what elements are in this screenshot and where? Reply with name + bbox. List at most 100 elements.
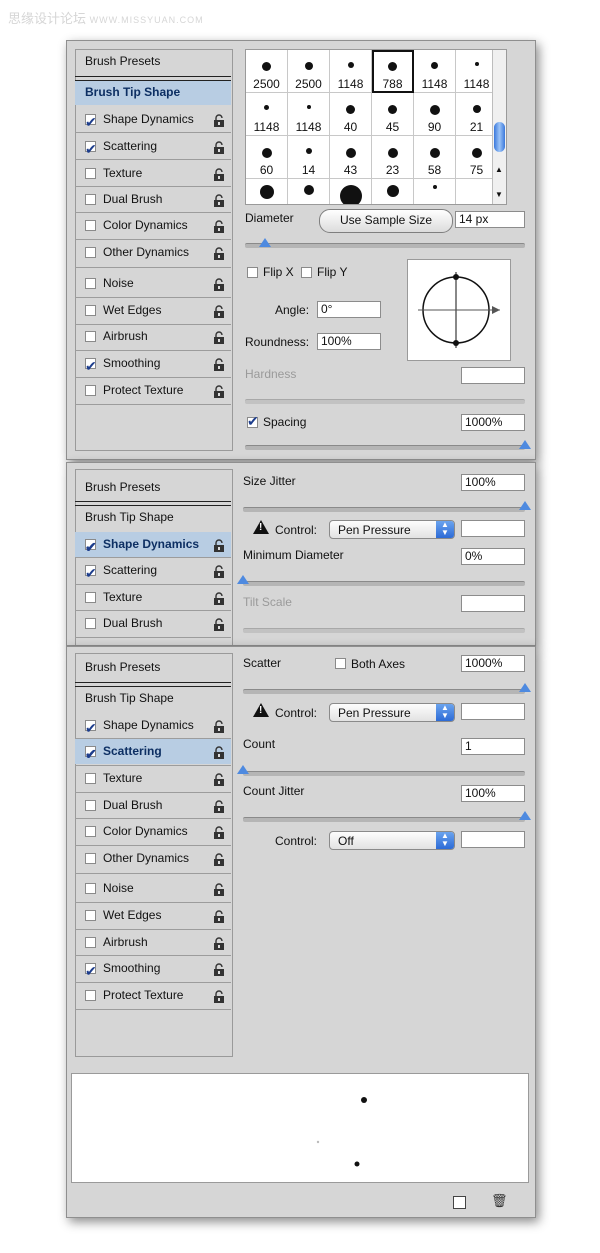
brush-preset[interactable]: 2500 xyxy=(246,50,288,93)
count-slider-knob[interactable] xyxy=(237,765,249,774)
control2-dropdown[interactable]: Off ▲ ▼ xyxy=(329,831,455,850)
section-checkbox[interactable] xyxy=(85,168,96,179)
section-texture[interactable]: Texture xyxy=(75,161,231,186)
brush-preset[interactable] xyxy=(414,179,456,204)
minimum-diameter-field[interactable]: 0% xyxy=(461,548,525,565)
lock-icon[interactable] xyxy=(213,329,225,344)
section-brush-presets[interactable]: Brush Presets xyxy=(75,475,231,500)
brush-preset[interactable]: 23 xyxy=(372,136,414,179)
brush-preset[interactable]: 788 xyxy=(372,50,414,93)
section-shape-dynamics[interactable]: Shape Dynamics xyxy=(75,532,231,560)
hardness-field[interactable] xyxy=(461,367,525,384)
roundness-field[interactable]: 100% xyxy=(317,333,381,350)
count-slider-track[interactable] xyxy=(243,771,525,776)
section-dual-brush[interactable]: Dual Brush xyxy=(75,187,231,212)
section-checkbox[interactable] xyxy=(85,220,96,231)
section-dual-brush[interactable]: Dual Brush xyxy=(75,793,231,818)
section-checkbox[interactable] xyxy=(85,278,96,289)
section-checkbox[interactable] xyxy=(85,305,96,316)
section-checkbox[interactable] xyxy=(85,247,96,258)
section-noise[interactable]: Noise xyxy=(75,271,231,296)
brush-preset[interactable]: 2500 xyxy=(288,50,330,93)
section-scattering[interactable]: Scattering xyxy=(75,558,231,586)
section-checkbox[interactable] xyxy=(85,618,96,629)
lock-icon[interactable] xyxy=(213,961,225,976)
brush-preset[interactable]: 58 xyxy=(414,136,456,179)
scatter-field[interactable]: 1000% xyxy=(461,655,525,672)
spacing-checkbox[interactable] xyxy=(247,413,259,430)
section-wet-edges[interactable]: Wet Edges xyxy=(75,903,231,928)
section-checkbox[interactable] xyxy=(85,742,97,767)
section-checkbox[interactable] xyxy=(85,910,96,921)
brush-preset-grid[interactable]: 2500 2500 1148 788 1148 1148 1148 1148 40 45 90 21 6… xyxy=(245,49,507,205)
lock-icon[interactable] xyxy=(213,383,225,398)
brush-preset[interactable]: 1148 xyxy=(246,93,288,136)
section-texture[interactable]: Texture xyxy=(75,585,231,610)
section-scattering[interactable]: Scattering xyxy=(75,134,231,162)
lock-icon[interactable] xyxy=(213,590,225,605)
spacing-slider-track[interactable] xyxy=(245,445,525,450)
spacing-field[interactable]: 1000% xyxy=(461,414,525,431)
brush-preset[interactable]: 45 xyxy=(372,93,414,136)
brush-preset[interactable] xyxy=(372,179,414,204)
preset-scrollbar[interactable]: ▲ ▼ xyxy=(492,50,506,204)
scatter-slider-track[interactable] xyxy=(243,689,525,694)
lock-icon[interactable] xyxy=(213,851,225,866)
brush-preset[interactable]: 1148 xyxy=(288,93,330,136)
section-brush-tip-shape[interactable]: Brush Tip Shape xyxy=(75,686,231,711)
brush-preset[interactable]: 60 xyxy=(246,136,288,179)
angle-roundness-preview[interactable] xyxy=(407,259,511,361)
trash-icon[interactable]: 🗑 xyxy=(491,1193,508,1209)
size-jitter-field[interactable]: 100% xyxy=(461,474,525,491)
brush-preset[interactable]: 1148 xyxy=(330,50,372,93)
lock-icon[interactable] xyxy=(213,798,225,813)
section-shape-dynamics[interactable]: Shape Dynamics xyxy=(75,713,231,741)
section-checkbox[interactable] xyxy=(85,937,96,948)
lock-icon[interactable] xyxy=(213,563,225,578)
count-field[interactable]: 1 xyxy=(461,738,525,755)
section-checkbox[interactable] xyxy=(85,883,96,894)
tilt-scale-field[interactable] xyxy=(461,595,525,612)
section-noise[interactable]: Noise xyxy=(75,876,231,901)
section-smoothing[interactable]: Smoothing xyxy=(75,351,231,379)
brush-preset[interactable]: 43 xyxy=(330,136,372,179)
section-checkbox[interactable] xyxy=(85,535,97,560)
lock-icon[interactable] xyxy=(213,112,225,127)
section-checkbox[interactable] xyxy=(85,826,96,837)
section-smoothing[interactable]: Smoothing xyxy=(75,956,231,984)
section-texture[interactable]: Texture xyxy=(75,766,231,791)
control-dropdown[interactable]: Pen Pressure ▲ ▼ xyxy=(329,703,455,722)
section-checkbox[interactable] xyxy=(85,110,97,135)
flip-y-checkbox[interactable] xyxy=(301,267,312,278)
section-checkbox[interactable] xyxy=(85,561,97,586)
size-jitter-slider-track[interactable] xyxy=(243,507,525,512)
section-brush-tip-shape[interactable]: Brush Tip Shape xyxy=(75,505,231,530)
lock-icon[interactable] xyxy=(213,744,225,759)
lock-icon[interactable] xyxy=(213,537,225,552)
section-checkbox[interactable] xyxy=(85,800,96,811)
brush-preset[interactable]: 40 xyxy=(330,93,372,136)
diameter-field[interactable]: 14 px xyxy=(455,211,525,228)
scroll-thumb[interactable] xyxy=(494,122,505,152)
section-checkbox[interactable] xyxy=(85,354,97,379)
scroll-down-arrow-icon[interactable]: ▼ xyxy=(495,190,503,199)
brush-preset[interactable]: 14 xyxy=(288,136,330,179)
lock-icon[interactable] xyxy=(213,245,225,260)
section-checkbox[interactable] xyxy=(85,385,96,396)
section-checkbox[interactable] xyxy=(85,331,96,342)
both-axes-checkbox[interactable] xyxy=(335,658,346,669)
section-wet-edges[interactable]: Wet Edges xyxy=(75,298,231,323)
lock-icon[interactable] xyxy=(213,166,225,181)
count-jitter-slider-track[interactable] xyxy=(243,817,525,822)
section-color-dynamics[interactable]: Color Dynamics xyxy=(75,213,231,238)
lock-icon[interactable] xyxy=(213,192,225,207)
control2-field[interactable] xyxy=(461,831,525,848)
brush-preset[interactable]: 1148 xyxy=(414,50,456,93)
diameter-slider-knob[interactable] xyxy=(258,238,271,247)
minimum-diameter-slider-knob[interactable] xyxy=(237,575,249,584)
use-sample-size-button[interactable]: Use Sample Size xyxy=(319,209,453,233)
lock-icon[interactable] xyxy=(213,908,225,923)
section-other-dynamics[interactable]: Other Dynamics xyxy=(75,240,231,265)
new-preset-icon[interactable] xyxy=(453,1196,466,1209)
diameter-slider-track[interactable] xyxy=(245,243,525,248)
